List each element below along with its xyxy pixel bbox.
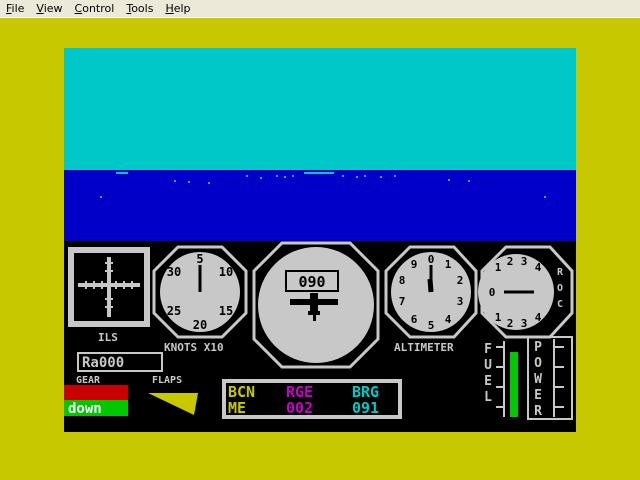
altimeter-label: ALTIMETER bbox=[394, 341, 454, 354]
altimeter-numeral: 1 bbox=[445, 258, 452, 271]
power-letter: P bbox=[534, 340, 542, 355]
radio-readout: Ra000 bbox=[77, 352, 163, 372]
airspeed-numeral: 20 bbox=[193, 318, 207, 332]
altimeter-numeral: 5 bbox=[428, 319, 435, 332]
gear-label: GEAR bbox=[76, 375, 101, 386]
gear-indicator[interactable]: GEAR down bbox=[64, 375, 128, 417]
airspeed-label: KNOTS X10 bbox=[164, 341, 224, 354]
gear-state: down bbox=[68, 401, 102, 417]
roc-numeral: 2 bbox=[507, 255, 514, 268]
roc-numeral: 3 bbox=[521, 255, 528, 268]
airspeed-numeral: 30 bbox=[167, 265, 181, 279]
roc-label-letter: C bbox=[557, 299, 563, 310]
heading-readout: 090 bbox=[298, 273, 325, 291]
nav-bearing-value: 091 bbox=[352, 399, 379, 417]
roc-numeral: 3 bbox=[521, 317, 528, 330]
roc-label-letter: O bbox=[557, 283, 563, 294]
roc-numeral: 1 bbox=[495, 261, 502, 274]
altimeter-numeral: 8 bbox=[399, 274, 406, 287]
roc-gauge: 1 2 3 4 0 4 3 2 1 R O C bbox=[478, 245, 574, 339]
ils-label: ILS bbox=[98, 331, 118, 344]
radio-value: Ra000 bbox=[82, 355, 124, 371]
airspeed-gauge: 5 10 15 20 25 30 KNOTS X10 bbox=[152, 245, 248, 354]
roc-numeral: 1 bbox=[495, 311, 502, 324]
flaps-wedge-icon bbox=[148, 393, 198, 415]
nav-display: BCN RGE BRG ME 002 091 bbox=[222, 379, 402, 419]
fuel-letter: F bbox=[484, 342, 492, 357]
menu-bar: File View Control Tools Help bbox=[0, 0, 640, 18]
altimeter-short-needle bbox=[427, 278, 434, 293]
altimeter-numeral: 4 bbox=[445, 313, 452, 326]
altimeter-numeral: 3 bbox=[457, 295, 464, 308]
menu-file[interactable]: File bbox=[0, 0, 30, 18]
attitude-indicator: 090 bbox=[252, 241, 380, 369]
flaps-label: FLAPS bbox=[152, 375, 182, 386]
menu-tools[interactable]: Tools bbox=[120, 0, 159, 18]
fuel-level-bar bbox=[510, 352, 518, 417]
altimeter-numeral: 0 bbox=[428, 253, 435, 266]
power-letter: R bbox=[534, 404, 542, 419]
fuel-letter: U bbox=[484, 358, 492, 373]
altimeter-numeral: 2 bbox=[457, 274, 464, 287]
horizon-dots bbox=[100, 172, 546, 198]
altimeter-numeral: 6 bbox=[411, 313, 418, 326]
nav-range-value: 002 bbox=[286, 399, 313, 417]
flaps-indicator[interactable]: FLAPS bbox=[148, 375, 198, 415]
fuel-letter: E bbox=[484, 374, 492, 389]
fuel-gauge: F U E L bbox=[484, 341, 518, 417]
altimeter-numeral: 9 bbox=[411, 258, 418, 271]
airspeed-numeral: 25 bbox=[167, 304, 181, 318]
menu-view[interactable]: View bbox=[30, 0, 68, 18]
roc-numeral: 4 bbox=[535, 261, 542, 274]
power-letter: W bbox=[534, 372, 542, 387]
fuel-letter: L bbox=[484, 390, 492, 405]
power-letter: E bbox=[534, 388, 542, 403]
roc-numeral: 2 bbox=[507, 317, 514, 330]
roc-numeral: 0 bbox=[489, 286, 496, 299]
power-letter: O bbox=[534, 356, 542, 371]
menu-control[interactable]: Control bbox=[69, 0, 121, 18]
sky bbox=[64, 48, 576, 170]
sea bbox=[64, 170, 576, 241]
altimeter-gauge: 0 1 2 3 4 5 6 7 8 9 ALTIMETER bbox=[384, 245, 478, 354]
airspeed-numeral: 5 bbox=[196, 252, 203, 266]
nav-beacon-value: ME bbox=[228, 399, 246, 417]
game-screen: ILS 5 10 15 20 25 30 KNOTS X10 090 0 1 2… bbox=[64, 48, 576, 432]
instrument-panel: ILS 5 10 15 20 25 30 KNOTS X10 090 0 1 2… bbox=[64, 241, 576, 432]
altimeter-numeral: 7 bbox=[399, 295, 406, 308]
roc-label-letter: R bbox=[557, 267, 564, 278]
airspeed-numeral: 10 bbox=[219, 265, 233, 279]
airspeed-numeral: 15 bbox=[219, 304, 233, 318]
roc-numeral: 4 bbox=[535, 311, 542, 324]
menu-help[interactable]: Help bbox=[159, 0, 196, 18]
power-gauge: P O W E R bbox=[527, 336, 573, 420]
ils-gauge: ILS bbox=[68, 247, 150, 344]
